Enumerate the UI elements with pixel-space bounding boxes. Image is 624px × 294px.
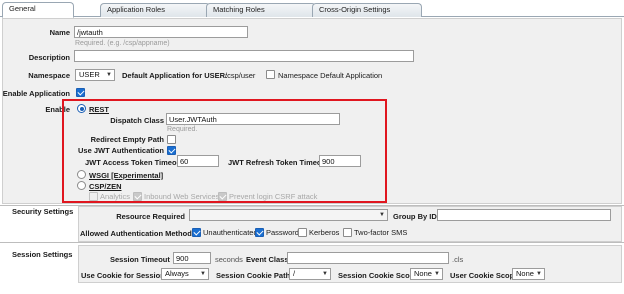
- user-cookie-scope-select[interactable]: None ▼: [512, 268, 545, 280]
- use-jwt-label: Use JWT Authentication: [78, 146, 164, 155]
- chevron-down-icon: ▼: [379, 212, 385, 218]
- namespace-select[interactable]: USER ▼: [75, 69, 115, 81]
- name-label: Name: [49, 28, 70, 37]
- resource-required-label: Resource Required: [116, 212, 185, 221]
- jwt-refresh-timeout-input[interactable]: [319, 155, 361, 167]
- csrf-checkbox[interactable]: [218, 192, 227, 201]
- tab-bar: General Application Roles Matching Roles…: [0, 0, 624, 18]
- chevron-down-icon: ▼: [106, 72, 112, 78]
- session-timeout-label: Session Timeout: [110, 255, 170, 264]
- redirect-empty-path-checkbox[interactable]: [167, 135, 176, 144]
- event-class-input[interactable]: [287, 252, 449, 264]
- tab-application-roles[interactable]: Application Roles: [100, 3, 210, 17]
- namespace-default-checkbox[interactable]: [266, 70, 275, 79]
- wsgi-radio[interactable]: [77, 170, 86, 179]
- group-by-id-label: Group By ID: [393, 212, 437, 221]
- name-input[interactable]: [74, 26, 248, 38]
- password-label: Password: [266, 228, 299, 237]
- namespace-default-label: Namespace Default Application: [278, 71, 383, 80]
- kerberos-checkbox[interactable]: [298, 228, 307, 237]
- cookie-path-value: /: [293, 269, 296, 278]
- cspzen-radio[interactable]: [77, 181, 86, 190]
- jwt-refresh-timeout-label: JWT Refresh Token Timeout: [228, 158, 329, 167]
- unauthenticated-checkbox[interactable]: [192, 228, 201, 237]
- chevron-down-icon: ▼: [200, 271, 206, 277]
- namespace-label: Namespace: [28, 71, 70, 80]
- use-cookie-select[interactable]: Always ▼: [161, 268, 209, 280]
- tab-general[interactable]: General: [2, 2, 74, 18]
- dispatch-class-hint: Required.: [167, 126, 198, 133]
- default-app-label: Default Application for USER:: [122, 71, 228, 80]
- event-class-suffix: .cls: [452, 255, 464, 264]
- session-settings-label: Session Settings: [12, 250, 73, 259]
- namespace-value: USER: [79, 70, 100, 79]
- divider: [0, 242, 624, 243]
- tab-matching-roles[interactable]: Matching Roles: [206, 3, 316, 17]
- dispatch-class-input[interactable]: [166, 113, 340, 125]
- jwt-access-timeout-label: JWT Access Token Timeout: [85, 158, 184, 167]
- dispatch-class-label: Dispatch Class: [110, 116, 164, 125]
- name-hint: Required. (e.g. /csp/appname): [75, 40, 170, 47]
- session-timeout-input[interactable]: [173, 252, 211, 264]
- analytics-label: Analytics: [100, 192, 131, 201]
- use-jwt-checkbox[interactable]: [167, 146, 176, 155]
- use-cookie-value: Always: [165, 269, 189, 278]
- cookie-scope-value: None: [414, 269, 432, 278]
- inbound-web-services-checkbox[interactable]: [133, 192, 142, 201]
- rest-label: REST: [89, 105, 110, 114]
- redirect-empty-path-label: Redirect Empty Path: [90, 135, 164, 144]
- two-factor-sms-checkbox[interactable]: [343, 228, 352, 237]
- chevron-down-icon: ▼: [322, 271, 328, 277]
- analytics-checkbox[interactable]: [89, 192, 98, 201]
- password-checkbox[interactable]: [255, 228, 264, 237]
- use-cookie-label: Use Cookie for Session: [81, 271, 165, 280]
- rest-radio[interactable]: [77, 104, 86, 113]
- description-input[interactable]: [74, 50, 414, 62]
- description-label: Description: [28, 53, 70, 62]
- enable-application-checkbox[interactable]: [76, 88, 85, 97]
- security-settings-label: Security Settings: [12, 207, 74, 216]
- chevron-down-icon: ▼: [434, 271, 440, 277]
- cookie-path-select[interactable]: / ▼: [289, 268, 331, 280]
- resource-required-select[interactable]: ▼: [189, 209, 388, 221]
- auth-methods-label: Allowed Authentication Methods: [80, 229, 196, 238]
- event-class-label: Event Class: [246, 255, 289, 264]
- two-factor-sms-label: Two-factor SMS: [354, 228, 408, 237]
- enable-application-label: Enable Application: [2, 89, 70, 98]
- tab-cross-origin-settings[interactable]: Cross-Origin Settings: [312, 3, 422, 17]
- cookie-scope-select[interactable]: None ▼: [410, 268, 443, 280]
- user-cookie-scope-value: None: [516, 269, 534, 278]
- jwt-access-timeout-input[interactable]: [177, 155, 219, 167]
- kerberos-label: Kerberos: [309, 228, 340, 237]
- session-timeout-unit: seconds: [215, 255, 243, 264]
- unauthenticated-label: Unauthenticated: [203, 228, 258, 237]
- group-by-id-input[interactable]: [437, 209, 611, 221]
- default-app-value: /csp/user: [225, 71, 256, 80]
- wsgi-label: WSGI [Experimental]: [89, 171, 164, 180]
- chevron-down-icon: ▼: [536, 271, 542, 277]
- csrf-label: Prevent login CSRF attack: [229, 192, 318, 201]
- cookie-path-label: Session Cookie Path: [216, 271, 291, 280]
- cookie-scope-label: Session Cookie Scope: [338, 271, 419, 280]
- inbound-web-services-label: Inbound Web Services: [144, 192, 220, 201]
- user-cookie-scope-label: User Cookie Scope: [450, 271, 519, 280]
- enable-label: Enable: [45, 105, 70, 114]
